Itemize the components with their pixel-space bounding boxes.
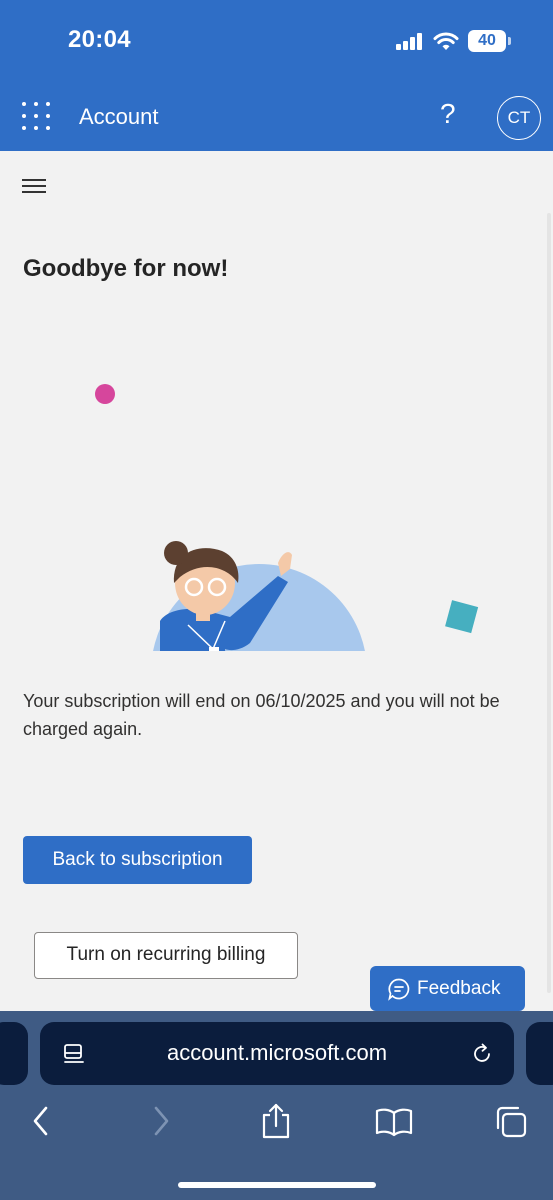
share-icon[interactable] [259, 1102, 293, 1140]
page-title: Goodbye for now! [23, 255, 229, 282]
hamburger-menu-icon[interactable] [22, 179, 46, 193]
next-tab-peek[interactable] [526, 1022, 553, 1085]
goodbye-illustration [95, 384, 479, 651]
feedback-chat-icon [388, 978, 410, 1001]
avatar[interactable]: CT [497, 96, 541, 140]
back-icon[interactable] [30, 1104, 52, 1138]
help-icon[interactable]: ? [440, 98, 456, 130]
feedback-button[interactable]: Feedback [370, 966, 525, 1011]
reload-icon[interactable] [470, 1042, 494, 1066]
home-indicator[interactable] [178, 1182, 376, 1188]
status-bar: 20:04 40 [0, 0, 553, 84]
feedback-label: Feedback [417, 978, 501, 999]
tabs-icon[interactable] [494, 1105, 528, 1139]
bookmarks-icon[interactable] [375, 1107, 413, 1137]
address-bar[interactable]: account.microsoft.com [40, 1022, 514, 1085]
previous-tab-peek[interactable] [0, 1022, 28, 1085]
app-title[interactable]: Account [79, 104, 159, 130]
browser-toolbar: account.microsoft.com [0, 1011, 553, 1200]
wifi-icon [433, 32, 459, 50]
turn-on-recurring-billing-button[interactable]: Turn on recurring billing [34, 932, 298, 979]
main-content: Goodbye for now! Your subscription will … [0, 151, 553, 1011]
app-launcher-icon[interactable] [22, 102, 50, 130]
cellular-signal-icon [396, 32, 424, 50]
subscription-end-message: Your subscription will end on 06/10/2025… [23, 691, 500, 739]
battery-indicator: 40 [468, 30, 511, 52]
url-text[interactable]: account.microsoft.com [40, 1040, 514, 1066]
app-header: Account ? CT [0, 84, 553, 151]
forward-icon[interactable] [150, 1104, 172, 1138]
back-to-subscription-button[interactable]: Back to subscription [23, 836, 252, 884]
status-time: 20:04 [68, 26, 131, 53]
